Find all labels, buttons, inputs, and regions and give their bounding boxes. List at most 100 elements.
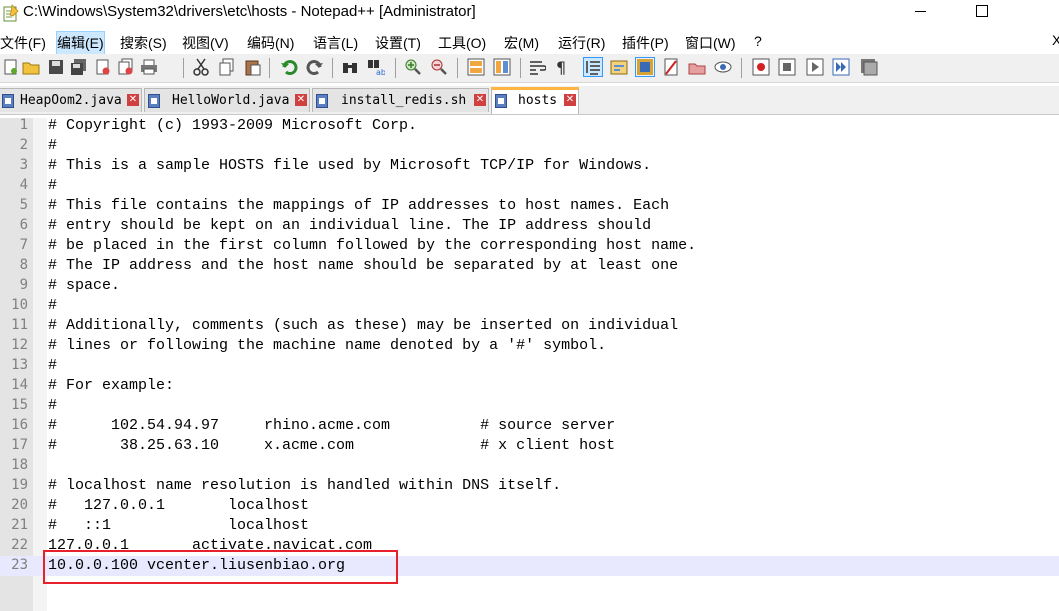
editor-line[interactable]: 8 # The IP address and the host name shou… xyxy=(0,256,1059,276)
code-text[interactable]: # xyxy=(48,297,57,314)
tab-close-icon[interactable]: ✕ xyxy=(295,94,307,106)
editor-line[interactable]: 9 # space. xyxy=(0,276,1059,296)
playback-macro-icon[interactable] xyxy=(806,58,824,76)
redo-icon[interactable] xyxy=(306,58,324,76)
code-text[interactable]: # 102.54.94.97 rhino.acme.com # source s… xyxy=(48,417,615,434)
zoom-in-icon[interactable] xyxy=(404,58,422,76)
code-text[interactable]: # xyxy=(48,137,57,154)
user-language-icon[interactable] xyxy=(610,58,628,76)
menu-run[interactable]: 运行(R) xyxy=(558,32,605,54)
tab-install-redis-sh[interactable]: install_redis.sh ✕ xyxy=(312,88,489,112)
menu-macro[interactable]: 宏(M) xyxy=(504,32,539,54)
editor-line[interactable]: 2 # xyxy=(0,136,1059,156)
sync-horizontal-icon[interactable] xyxy=(493,58,511,76)
code-text[interactable]: # ::1 localhost xyxy=(48,517,309,534)
open-file-icon[interactable] xyxy=(22,58,40,76)
undo-icon[interactable] xyxy=(280,58,298,76)
show-all-chars-icon[interactable]: ¶ xyxy=(553,58,571,76)
saved-file-icon xyxy=(2,94,14,108)
line-number: 11 xyxy=(11,317,28,333)
new-file-icon[interactable] xyxy=(2,58,20,76)
tab-heapoom2-java[interactable]: HeapOom2.java ✕ xyxy=(0,88,142,112)
editor-line[interactable]: 10 # xyxy=(0,296,1059,316)
code-text[interactable]: # This is a sample HOSTS file used by Mi… xyxy=(48,157,651,174)
run-macro-multiple-icon[interactable] xyxy=(832,58,850,76)
editor-line[interactable]: 17 # 38.25.63.10 x.acme.com # x client ho… xyxy=(0,436,1059,456)
menu-encoding[interactable]: 编码(N) xyxy=(247,32,294,54)
close-icon[interactable] xyxy=(94,58,112,76)
menu-edit[interactable]: 编辑(E) xyxy=(56,31,105,55)
tab-close-icon[interactable]: ✕ xyxy=(474,94,486,106)
sync-vertical-icon[interactable] xyxy=(467,58,485,76)
folder-workspace-icon[interactable] xyxy=(662,58,680,76)
editor-line[interactable]: 13 # xyxy=(0,356,1059,376)
menu-settings[interactable]: 设置(T) xyxy=(375,32,421,54)
text-editor[interactable]: 1 # Copyright (c) 1993-2009 Microsoft Cor… xyxy=(0,116,1059,611)
find-icon[interactable] xyxy=(341,58,359,76)
code-text[interactable]: # 127.0.0.1 localhost xyxy=(48,497,309,514)
code-text[interactable]: # Copyright (c) 1993-2009 Microsoft Corp… xyxy=(48,117,417,134)
editor-line[interactable]: 18 xyxy=(0,456,1059,476)
indent-guide-icon[interactable] xyxy=(583,57,603,77)
editor-line[interactable]: 21 # ::1 localhost xyxy=(0,516,1059,536)
editor-line[interactable]: 6 # entry should be kept on an individual… xyxy=(0,216,1059,236)
editor-line[interactable]: 7 # be placed in the first column followe… xyxy=(0,236,1059,256)
editor-line[interactable]: 20 # 127.0.0.1 localhost xyxy=(0,496,1059,516)
code-text[interactable]: # xyxy=(48,397,57,414)
save-icon[interactable] xyxy=(47,58,65,76)
editor-line[interactable]: 11 # Additionally, comments (such as thes… xyxy=(0,316,1059,336)
zoom-out-icon[interactable] xyxy=(430,58,448,76)
document-map-icon[interactable] xyxy=(688,58,706,76)
code-text[interactable]: # localhost name resolution is handled w… xyxy=(48,477,561,494)
editor-line[interactable]: 15 # xyxy=(0,396,1059,416)
copy-icon[interactable] xyxy=(218,58,236,76)
close-all-icon[interactable] xyxy=(117,58,135,76)
menu-help[interactable]: ? xyxy=(754,32,762,54)
editor-line[interactable]: 12 # lines or following the machine name … xyxy=(0,336,1059,356)
menu-language[interactable]: 语言(L) xyxy=(313,32,358,54)
stop-record-icon[interactable] xyxy=(778,58,796,76)
monitor-icon[interactable] xyxy=(714,58,732,76)
editor-line[interactable]: 19 # localhost name resolution is handled… xyxy=(0,476,1059,496)
replace-icon[interactable]: ab xyxy=(367,58,385,76)
code-text[interactable]: # The IP address and the host name shoul… xyxy=(48,257,678,274)
editor-line[interactable]: 14 # For example: xyxy=(0,376,1059,396)
menu-search[interactable]: 搜索(S) xyxy=(120,32,167,54)
editor-line[interactable]: 3 # This is a sample HOSTS file used by M… xyxy=(0,156,1059,176)
minimize-button[interactable] xyxy=(898,0,944,26)
menu-tools[interactable]: 工具(O) xyxy=(438,32,486,54)
tab-close-icon[interactable]: ✕ xyxy=(127,94,139,106)
print-icon[interactable] xyxy=(140,58,158,76)
maximize-button[interactable] xyxy=(960,0,1006,26)
code-text[interactable]: # xyxy=(48,177,57,194)
code-text[interactable]: # entry should be kept on an individual … xyxy=(48,217,651,234)
code-text[interactable]: # xyxy=(48,357,57,374)
editor-line[interactable]: 4 # xyxy=(0,176,1059,196)
code-text[interactable]: # For example: xyxy=(48,377,174,394)
function-list-icon[interactable] xyxy=(635,57,655,77)
save-macro-icon[interactable] xyxy=(860,58,878,76)
menu-window[interactable]: 窗口(W) xyxy=(685,32,736,54)
record-macro-icon[interactable] xyxy=(752,58,770,76)
word-wrap-icon[interactable] xyxy=(528,58,546,76)
tab-helloworld-java[interactable]: HelloWorld.java ✕ xyxy=(144,88,310,112)
code-text[interactable]: # lines or following the machine name de… xyxy=(48,337,606,354)
close-document-icon[interactable]: X xyxy=(1052,32,1059,48)
cut-icon[interactable] xyxy=(192,58,210,76)
editor-line[interactable]: 5 # This file contains the mappings of IP… xyxy=(0,196,1059,216)
code-text[interactable]: # This file contains the mappings of IP … xyxy=(48,197,669,214)
tab-close-icon[interactable]: ✕ xyxy=(564,94,576,106)
menu-view[interactable]: 视图(V) xyxy=(182,32,229,54)
code-text[interactable]: # space. xyxy=(48,277,120,294)
menu-plugins[interactable]: 插件(P) xyxy=(622,32,669,54)
code-text[interactable]: # Additionally, comments (such as these)… xyxy=(48,317,678,334)
save-all-icon[interactable] xyxy=(70,58,88,76)
code-text[interactable]: # be placed in the first column followed… xyxy=(48,237,696,254)
editor-line[interactable]: 1 # Copyright (c) 1993-2009 Microsoft Cor… xyxy=(0,116,1059,136)
tab-label: install_redis.sh xyxy=(341,93,467,108)
tab-hosts[interactable]: hosts ✕ xyxy=(491,87,579,114)
editor-line[interactable]: 16 # 102.54.94.97 rhino.acme.com # source… xyxy=(0,416,1059,436)
code-text[interactable]: # 38.25.63.10 x.acme.com # x client host xyxy=(48,437,615,454)
paste-icon[interactable] xyxy=(244,58,262,76)
menu-file[interactable]: 文件(F) xyxy=(0,32,46,54)
